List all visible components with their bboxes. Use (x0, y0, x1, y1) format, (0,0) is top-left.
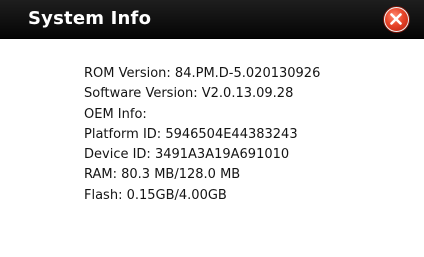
platform-id: Platform ID: 5946504E44383243 (84, 126, 298, 142)
window-title: System Info (28, 8, 152, 29)
device-id: Device ID: 3491A3A19A691010 (84, 147, 290, 163)
info-content: ROM Version: 84.PM.D-5.020130926 Softwar… (0, 39, 424, 257)
rom-version: ROM Version: 84.PM.D-5.020130926 (84, 66, 321, 81)
oem-info: OEM Info: (84, 106, 147, 122)
flash-usage: Flash: 0.15GB/4.00GB (84, 187, 227, 203)
software-version: Software Version: V2.0.13.09.28 (84, 86, 294, 102)
system-info-window: System Info ROM Version: 84.PM.D-5.02013… (0, 0, 424, 257)
title-bar: System Info (0, 0, 424, 39)
info-list: ROM Version: 84.PM.D-5.020130926 Softwar… (84, 64, 320, 206)
close-icon (390, 13, 402, 25)
close-button[interactable] (384, 7, 409, 32)
ram-usage: RAM: 80.3 MB/128.0 MB (84, 167, 241, 183)
